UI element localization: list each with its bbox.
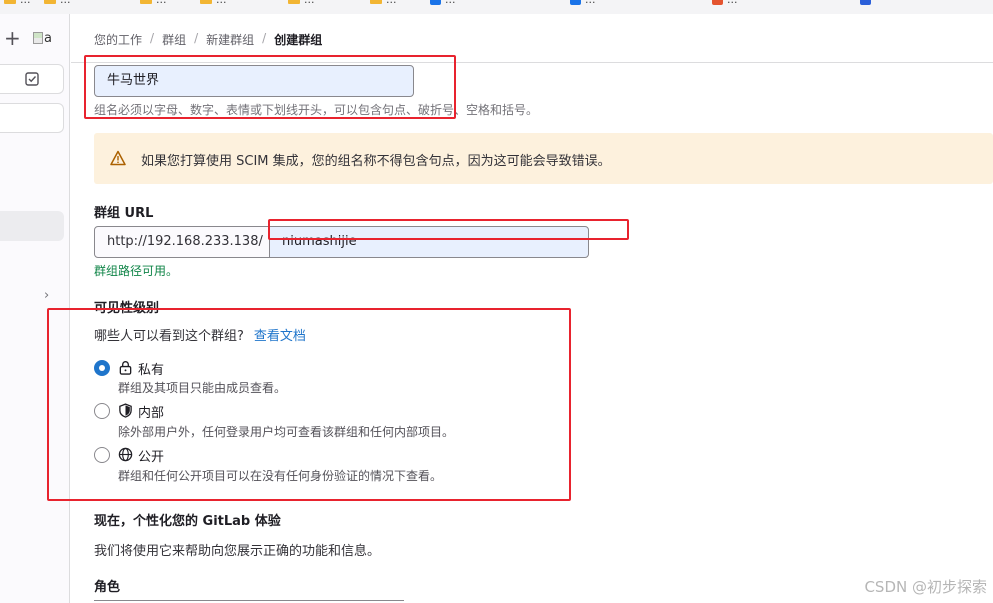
bookmark-item[interactable]: ... (140, 0, 167, 6)
folder-icon (140, 0, 152, 4)
breadcrumb-create-group: 创建群组 (274, 33, 323, 47)
breadcrumb-separator: / (262, 31, 267, 45)
option-internal-title[interactable]: 内部 (138, 402, 164, 421)
checkbox-icon (24, 72, 39, 86)
group-url-label: 群组 URL (94, 206, 154, 221)
alert-text: 如果您打算使用 SCIM 集成，您的组名称不得包含句点，因为这可能会导致错误。 (141, 154, 611, 169)
broken-image-icon (33, 32, 43, 44)
role-label: 角色 (94, 580, 121, 595)
bookmark-item[interactable] (860, 0, 871, 6)
option-internal-desc: 除外部用户外，任何登录用户均可查看该群组和任何内部项目。 (118, 425, 455, 439)
breadcrumb-separator: / (194, 31, 199, 45)
breadcrumb-your-work[interactable]: 您的工作 (94, 31, 142, 48)
visibility-question: 哪些人可以看到这个群组? 查看文档 (94, 325, 306, 344)
bookmark-item[interactable]: ... (4, 0, 31, 6)
group-name-hint: 组名必须以字母、数字、表情或下划线开头，可以包含句点、破折号、空格和括号。 (94, 103, 539, 117)
option-private-title[interactable]: 私有 (138, 359, 164, 378)
sidebar-item-active[interactable] (0, 211, 64, 241)
scim-warning-alert: 如果您打算使用 SCIM 集成，您的组名称不得包含句点，因为这可能会导致错误。 (94, 133, 993, 184)
breadcrumb: 您的工作 / 群组 / 新建群组 / 创建群组 (94, 31, 322, 48)
avatar[interactable]: a (33, 28, 57, 48)
group-url-input[interactable]: niumashijie (269, 226, 589, 258)
bookmarks-bar: ... ... ... ... ... ... ... ... ... (0, 0, 993, 14)
personalize-heading: 现在，个性化您的 GitLab 体验 (94, 514, 281, 529)
site-icon (712, 0, 723, 5)
bookmark-item[interactable]: ... (712, 0, 738, 6)
shield-icon (119, 403, 132, 418)
globe-icon (118, 447, 133, 462)
folder-icon (44, 0, 56, 4)
chevron-right-icon[interactable]: › (44, 288, 49, 303)
visibility-question-text: 哪些人可以看到这个群组? (94, 329, 244, 344)
search-button[interactable] (0, 103, 64, 133)
folder-icon (4, 0, 16, 4)
radio-internal[interactable] (94, 403, 110, 419)
left-sidebar: + a › (0, 14, 70, 603)
group-url-status: 群组路径可用。 (94, 264, 179, 278)
bookmark-item[interactable]: ... (200, 0, 227, 6)
bookmark-item[interactable]: ... (570, 0, 596, 6)
site-icon (430, 0, 441, 5)
bookmark-item[interactable]: ... (370, 0, 397, 6)
todo-button[interactable] (0, 64, 64, 94)
option-private-desc: 群组及其项目只能由成员查看。 (118, 381, 287, 395)
folder-icon (370, 0, 382, 4)
folder-icon (200, 0, 212, 4)
bookmark-item[interactable]: ... (288, 0, 315, 6)
bookmark-item[interactable]: ... (430, 0, 456, 6)
radio-public[interactable] (94, 447, 110, 463)
watermark: CSDN @初步探索 (864, 578, 987, 596)
option-public-desc: 群组和任何公开项目可以在没有任何身份验证的情况下查看。 (118, 469, 443, 483)
bookmark-item[interactable]: ... (44, 0, 71, 6)
breadcrumb-separator: / (150, 31, 155, 45)
radio-private[interactable] (94, 360, 110, 376)
site-icon (570, 0, 581, 5)
view-docs-link[interactable]: 查看文档 (254, 329, 306, 344)
warning-icon (110, 150, 126, 166)
personalize-desc: 我们将使用它来帮助向您展示正确的功能和信息。 (94, 544, 381, 559)
plus-icon[interactable]: + (4, 28, 21, 48)
visibility-label: 可见性级别 (94, 301, 160, 316)
site-icon (860, 0, 871, 5)
breadcrumb-groups[interactable]: 群组 (162, 31, 186, 48)
folder-icon (288, 0, 300, 4)
group-name-input[interactable]: 牛马世界 (94, 65, 414, 97)
lock-icon (119, 361, 132, 375)
group-url-prefix: http://192.168.233.138/ (94, 226, 270, 258)
breadcrumb-new-group[interactable]: 新建群组 (206, 31, 254, 48)
option-public-title[interactable]: 公开 (138, 446, 164, 465)
header-divider (71, 62, 993, 63)
